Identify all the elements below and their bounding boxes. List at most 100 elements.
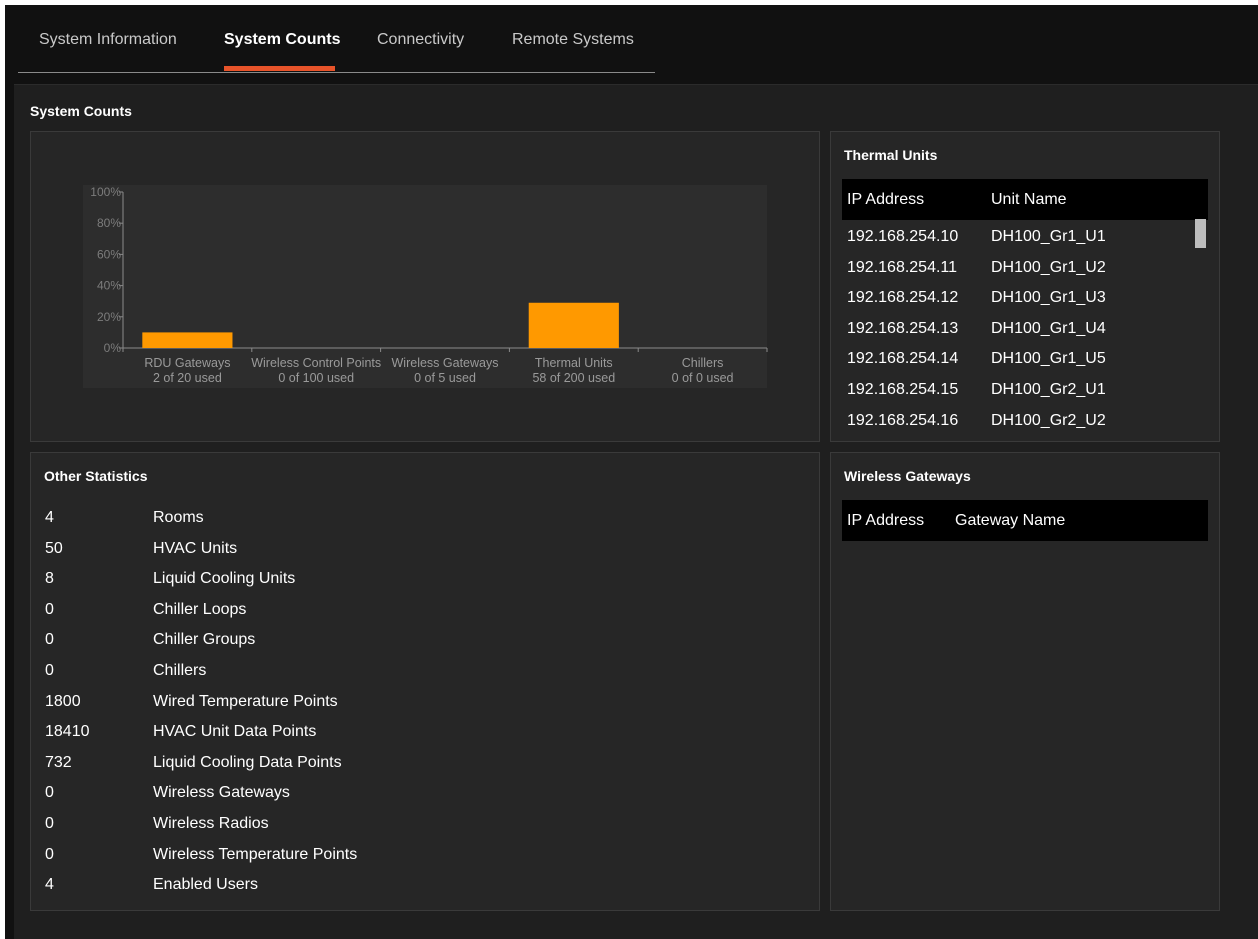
stat-label: Wireless Gateways bbox=[153, 784, 290, 802]
stat-label: Liquid Cooling Data Points bbox=[153, 753, 342, 771]
stat-label: Chiller Loops bbox=[153, 600, 247, 618]
ip-address-cell: 192.168.254.10 bbox=[847, 228, 959, 245]
stat-label: Chillers bbox=[153, 662, 207, 679]
system-counts-panel: System Counts 0% 20% 40% 60% 80% 100% RDU Gate… bbox=[14, 84, 1258, 939]
x-category-label: RDU Gateways bbox=[144, 356, 230, 370]
y-tick-label: 80% bbox=[97, 216, 121, 230]
column-header-gateway-name[interactable]: Gateway Name bbox=[955, 512, 1065, 530]
y-tick-label: 20% bbox=[97, 310, 121, 324]
stat-label: Wired Temperature Points bbox=[153, 692, 338, 710]
unit-name-cell: DH100_Gr1_U1 bbox=[991, 228, 1106, 245]
list-item: 0 Wireless Temperature Points bbox=[45, 840, 545, 870]
table-row[interactable]: 192.168.254.14 DH100_Gr1_U5 bbox=[842, 343, 1192, 373]
stat-label: HVAC Units bbox=[153, 539, 238, 557]
list-item: 18410 HVAC Unit Data Points bbox=[45, 717, 545, 747]
x-usage-label: 58 of 200 used bbox=[532, 371, 615, 385]
ip-address-cell: 192.168.254.15 bbox=[847, 381, 959, 398]
stat-value: 50 bbox=[45, 539, 63, 557]
ip-address-cell: 192.168.254.12 bbox=[847, 289, 959, 307]
list-item: 4 Rooms bbox=[45, 503, 545, 533]
table-row[interactable]: 192.168.254.10 DH100_Gr1_U1 bbox=[842, 221, 1192, 251]
unit-name-cell: DH100_Gr1_U4 bbox=[991, 319, 1106, 337]
stat-value: 0 bbox=[45, 845, 54, 863]
other-statistics-box: Other Statistics 4 Rooms 50 HVAC Units 8 Liqu… bbox=[30, 452, 820, 911]
list-item: 0 Chillers bbox=[45, 656, 545, 686]
x-usage-label: 0 of 100 used bbox=[278, 371, 354, 385]
stat-value: 0 bbox=[45, 600, 54, 618]
stat-value: 0 bbox=[45, 662, 54, 679]
wireless-gateways-title: Wireless Gateways bbox=[844, 468, 971, 484]
y-tick-label: 100% bbox=[90, 185, 121, 199]
app-window: System Information System Counts Connect… bbox=[5, 5, 1258, 939]
stat-value: 0 bbox=[45, 815, 54, 832]
tab-remote-systems[interactable]: Remote Systems bbox=[512, 31, 634, 49]
stat-value: 0 bbox=[45, 784, 54, 802]
x-category-label: Thermal Units bbox=[535, 356, 613, 370]
table-row[interactable]: 192.168.254.16 DH100_Gr2_U2 bbox=[842, 405, 1192, 435]
table-row[interactable]: 192.168.254.11 DH100_Gr1_U2 bbox=[842, 252, 1192, 282]
y-tick-label: 40% bbox=[97, 279, 121, 293]
table-row[interactable]: 192.168.254.15 DH100_Gr2_U1 bbox=[842, 374, 1192, 404]
stat-value: 4 bbox=[45, 509, 54, 526]
active-tab-indicator bbox=[224, 66, 335, 71]
x-category-label: Wireless Gateways bbox=[392, 356, 499, 370]
unit-name-cell: DH100_Gr2_U1 bbox=[991, 381, 1106, 398]
stat-label: Wireless Radios bbox=[153, 815, 269, 832]
wireless-gateways-header: IP Address Gateway Name bbox=[842, 500, 1208, 541]
column-header-ip[interactable]: IP Address bbox=[847, 191, 924, 209]
stat-value: 0 bbox=[45, 631, 54, 649]
bar bbox=[528, 302, 619, 348]
stat-label: Chiller Groups bbox=[153, 631, 256, 649]
x-usage-label: 0 of 0 used bbox=[672, 371, 734, 385]
tab-system-information[interactable]: System Information bbox=[39, 31, 177, 49]
thermal-units-box: Thermal Units IP Address Unit Name 192.1… bbox=[830, 131, 1220, 442]
list-item: 4 Enabled Users bbox=[45, 870, 545, 900]
list-item: 0 Wireless Radios bbox=[45, 809, 545, 839]
y-tick-label: 0% bbox=[104, 341, 122, 355]
table-row[interactable]: 192.168.254.13 DH100_Gr1_U4 bbox=[842, 313, 1192, 343]
tab-connectivity[interactable]: Connectivity bbox=[377, 31, 464, 49]
unit-name-cell: DH100_Gr1_U2 bbox=[991, 258, 1106, 276]
x-category-label: Wireless Control Points bbox=[251, 356, 381, 370]
chart-box: 0% 20% 40% 60% 80% 100% RDU Gateways 2 of 20 us… bbox=[30, 131, 820, 442]
x-usage-label: 2 of 20 used bbox=[153, 371, 222, 385]
stat-value: 18410 bbox=[45, 723, 90, 741]
thermal-units-header: IP Address Unit Name bbox=[842, 179, 1208, 220]
unit-name-cell: DH100_Gr1_U3 bbox=[991, 289, 1106, 307]
stat-value: 4 bbox=[45, 876, 54, 894]
stat-label: Liquid Cooling Units bbox=[153, 570, 296, 588]
list-item: 0 Chiller Groups bbox=[45, 625, 545, 655]
scrollbar-thumb[interactable] bbox=[1195, 219, 1206, 248]
y-tick-label: 60% bbox=[97, 247, 121, 261]
list-item: 8 Liquid Cooling Units bbox=[45, 564, 545, 594]
page-title: System Counts bbox=[30, 103, 132, 119]
column-header-ip[interactable]: IP Address bbox=[847, 512, 924, 530]
stat-value: 8 bbox=[45, 570, 54, 588]
unit-name-cell: DH100_Gr2_U2 bbox=[991, 411, 1106, 429]
ip-address-cell: 192.168.254.13 bbox=[847, 319, 959, 337]
other-statistics-title: Other Statistics bbox=[44, 468, 148, 484]
x-category-label: Chillers bbox=[682, 356, 724, 370]
bar bbox=[142, 332, 233, 348]
list-item: 0 Chiller Loops bbox=[45, 595, 545, 625]
stat-value: 1800 bbox=[45, 692, 81, 710]
x-usage-label: 0 of 5 used bbox=[414, 371, 476, 385]
stat-value: 732 bbox=[45, 753, 72, 771]
list-item: 50 HVAC Units bbox=[45, 534, 545, 564]
usage-bar-chart: 0% 20% 40% 60% 80% 100% RDU Gateways2 of 20 us… bbox=[83, 185, 768, 388]
ip-address-cell: 192.168.254.11 bbox=[847, 258, 958, 276]
unit-name-cell: DH100_Gr1_U5 bbox=[991, 350, 1106, 368]
tab-bar: System Information System Counts Connect… bbox=[18, 5, 655, 73]
tab-system-counts[interactable]: System Counts bbox=[224, 31, 340, 49]
table-row[interactable]: 192.168.254.12 DH100_Gr1_U3 bbox=[842, 282, 1192, 312]
column-header-unit-name[interactable]: Unit Name bbox=[991, 191, 1067, 209]
stat-label: HVAC Unit Data Points bbox=[153, 723, 317, 741]
thermal-units-title: Thermal Units bbox=[844, 147, 938, 163]
list-item: 1800 Wired Temperature Points bbox=[45, 687, 545, 717]
list-item: 0 Wireless Gateways bbox=[45, 778, 545, 808]
stat-label: Wireless Temperature Points bbox=[153, 845, 358, 863]
wireless-gateways-box: Wireless Gateways IP Address Gateway Nam… bbox=[830, 452, 1220, 911]
ip-address-cell: 192.168.254.16 bbox=[847, 411, 959, 429]
stat-label: Rooms bbox=[153, 509, 204, 526]
list-item: 732 Liquid Cooling Data Points bbox=[45, 748, 545, 778]
